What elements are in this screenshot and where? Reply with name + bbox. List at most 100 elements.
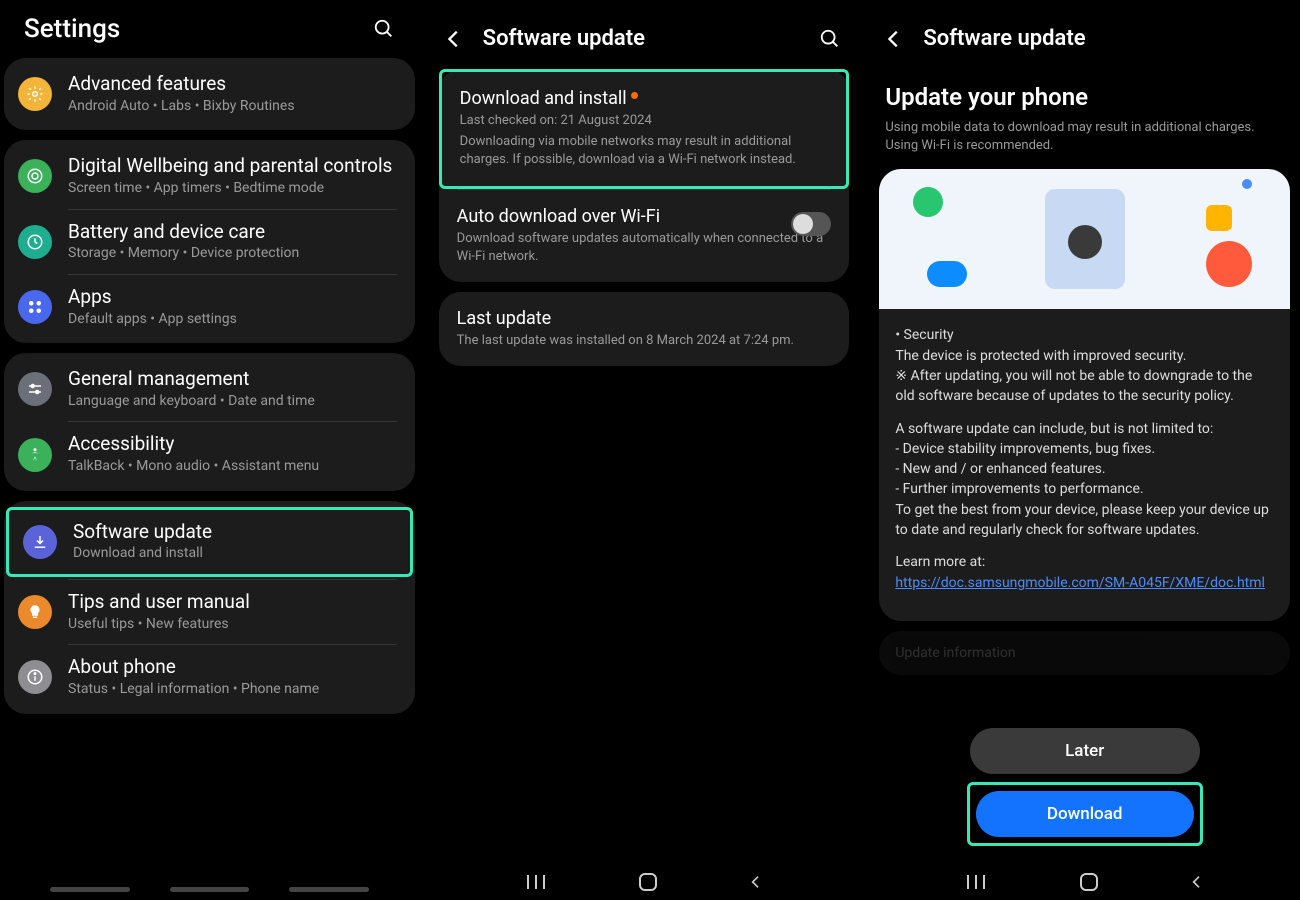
search-icon[interactable] bbox=[819, 28, 841, 50]
later-button[interactable]: Later bbox=[970, 728, 1200, 774]
sliders-icon bbox=[18, 372, 52, 406]
recents-icon[interactable] bbox=[524, 873, 548, 891]
update-illustration bbox=[879, 169, 1290, 309]
nav-pill bbox=[289, 887, 369, 892]
page-title: Software update bbox=[483, 26, 802, 51]
last-update-card[interactable]: Last update The last update was installe… bbox=[439, 292, 850, 366]
settings-group: Software update Download and install Tip… bbox=[4, 501, 415, 714]
settings-panel: Settings Advanced features Android Auto … bbox=[0, 0, 419, 900]
wifi-toggle[interactable] bbox=[791, 212, 831, 236]
setting-sub: Download and install bbox=[73, 544, 396, 564]
person-head bbox=[1068, 225, 1102, 259]
security-line1: The device is protected with improved se… bbox=[895, 348, 1186, 364]
info-icon bbox=[18, 660, 52, 694]
phone-icon bbox=[913, 187, 943, 217]
setting-title: Advanced features bbox=[68, 72, 401, 97]
setting-title: General management bbox=[68, 367, 401, 392]
nav-pill bbox=[50, 887, 130, 892]
setting-title: Digital Wellbeing and parental controls bbox=[68, 154, 401, 179]
option-title: Download and install bbox=[460, 88, 638, 109]
setting-item-battery-and-device-care[interactable]: Battery and device care Storage • Memory… bbox=[4, 210, 415, 274]
security-line2: ※ After updating, you will not be able t… bbox=[895, 368, 1252, 404]
nav-pill bbox=[170, 887, 250, 892]
update-info-card[interactable]: Update information bbox=[879, 631, 1290, 675]
page-title: Software update bbox=[923, 26, 1282, 51]
setting-title: Apps bbox=[68, 285, 401, 310]
nav-bar bbox=[0, 887, 419, 892]
sub-header: Software update bbox=[879, 20, 1290, 69]
setting-sub: Screen time • App timers • Bedtime mode bbox=[68, 179, 401, 199]
gallery-icon bbox=[1206, 205, 1232, 231]
best-text: To get the best from your device, please… bbox=[895, 502, 1269, 538]
software-update-panel: Software update Download and install Last… bbox=[429, 0, 860, 900]
setting-item-tips-and-user-manual[interactable]: Tips and user manual Useful tips • New f… bbox=[4, 580, 415, 644]
search-icon[interactable] bbox=[373, 18, 395, 40]
learn-more-link[interactable]: https://doc.samsungmobile.com/SM-A045F/X… bbox=[895, 575, 1265, 591]
battery-icon bbox=[18, 225, 52, 259]
sub-header: Software update bbox=[439, 20, 850, 69]
update-heading: Update your phone bbox=[879, 69, 1290, 119]
recents-icon[interactable] bbox=[964, 873, 988, 891]
accessibility-icon bbox=[18, 438, 52, 472]
last-update-sub: The last update was installed on 8 March… bbox=[457, 332, 832, 350]
setting-title: Battery and device care bbox=[68, 220, 401, 245]
include-list: - Device stability improvements, bug fix… bbox=[895, 441, 1155, 498]
setting-sub: Useful tips • New features bbox=[68, 615, 401, 635]
update-card: • Security The device is protected with … bbox=[879, 169, 1290, 621]
setting-sub: TalkBack • Mono audio • Assistant menu bbox=[68, 457, 401, 477]
dot-icon bbox=[1242, 179, 1252, 189]
notification-dot-icon bbox=[631, 92, 638, 99]
back-nav-icon[interactable] bbox=[1189, 872, 1205, 892]
option-sub: Last checked on: 21 August 2024 bbox=[460, 112, 829, 130]
action-buttons: Later Download bbox=[869, 720, 1300, 854]
learn-more-label: Learn more at: bbox=[895, 554, 985, 570]
back-icon[interactable] bbox=[443, 28, 465, 50]
include-intro: A software update can include, but is no… bbox=[895, 421, 1213, 437]
update-desc: Using mobile data to download may result… bbox=[879, 119, 1290, 169]
back-nav-icon[interactable] bbox=[748, 872, 764, 892]
setting-sub: Language and keyboard • Date and time bbox=[68, 392, 401, 412]
settings-header: Settings bbox=[4, 10, 415, 58]
update-details-panel: Software update Update your phone Using … bbox=[869, 0, 1300, 900]
setting-sub: Android Auto • Labs • Bixby Routines bbox=[68, 97, 401, 117]
apps-icon bbox=[18, 290, 52, 324]
settings-group: General management Language and keyboard… bbox=[4, 353, 415, 491]
option-sub: Download software updates automatically … bbox=[457, 230, 832, 266]
setting-sub: Storage • Memory • Device protection bbox=[68, 244, 401, 264]
setting-item-about-phone[interactable]: About phone Status • Legal information •… bbox=[4, 645, 415, 709]
setting-sub: Status • Legal information • Phone name bbox=[68, 680, 401, 700]
setting-item-apps[interactable]: Apps Default apps • App settings bbox=[4, 275, 415, 339]
setting-title: Software update bbox=[73, 520, 396, 545]
setting-title: Accessibility bbox=[68, 432, 401, 457]
setting-item-accessibility[interactable]: Accessibility TalkBack • Mono audio • As… bbox=[4, 422, 415, 486]
setting-item-software-update[interactable]: Software update Download and install bbox=[6, 507, 413, 577]
setting-item-digital-wellbeing-and-parental-controls[interactable]: Digital Wellbeing and parental controls … bbox=[4, 144, 415, 208]
setting-sub: Default apps • App settings bbox=[68, 310, 401, 330]
option-sub: Downloading via mobile networks may resu… bbox=[460, 133, 829, 169]
update-option-download-and-install[interactable]: Download and install Last checked on: 21 … bbox=[439, 69, 850, 189]
settings-group: Advanced features Android Auto • Labs • … bbox=[4, 58, 415, 130]
setting-title: Tips and user manual bbox=[68, 590, 401, 615]
nav-bar bbox=[429, 872, 860, 892]
home-icon[interactable] bbox=[638, 872, 658, 892]
chat-icon bbox=[927, 261, 967, 287]
update-options-card: Download and install Last checked on: 21 … bbox=[439, 69, 850, 282]
download-highlight: Download bbox=[967, 782, 1203, 846]
back-icon[interactable] bbox=[883, 28, 905, 50]
setting-item-general-management[interactable]: General management Language and keyboard… bbox=[4, 357, 415, 421]
page-title: Settings bbox=[24, 14, 120, 44]
download-button[interactable]: Download bbox=[976, 791, 1194, 837]
setting-item-advanced-features[interactable]: Advanced features Android Auto • Labs • … bbox=[4, 62, 415, 126]
bulb-icon bbox=[18, 595, 52, 629]
settings-group: Digital Wellbeing and parental controls … bbox=[4, 140, 415, 343]
nav-bar bbox=[869, 872, 1300, 892]
wellbeing-icon bbox=[18, 159, 52, 193]
home-icon[interactable] bbox=[1079, 872, 1099, 892]
gear-icon bbox=[18, 77, 52, 111]
option-title: Auto download over Wi-Fi bbox=[457, 206, 660, 227]
setting-title: About phone bbox=[68, 655, 401, 680]
update-body: • Security The device is protected with … bbox=[879, 309, 1290, 621]
security-heading: • Security bbox=[895, 327, 953, 343]
last-update-title: Last update bbox=[457, 308, 552, 329]
update-option-auto-download-over-wi-fi[interactable]: Auto download over Wi-Fi Download softwar… bbox=[439, 190, 850, 282]
